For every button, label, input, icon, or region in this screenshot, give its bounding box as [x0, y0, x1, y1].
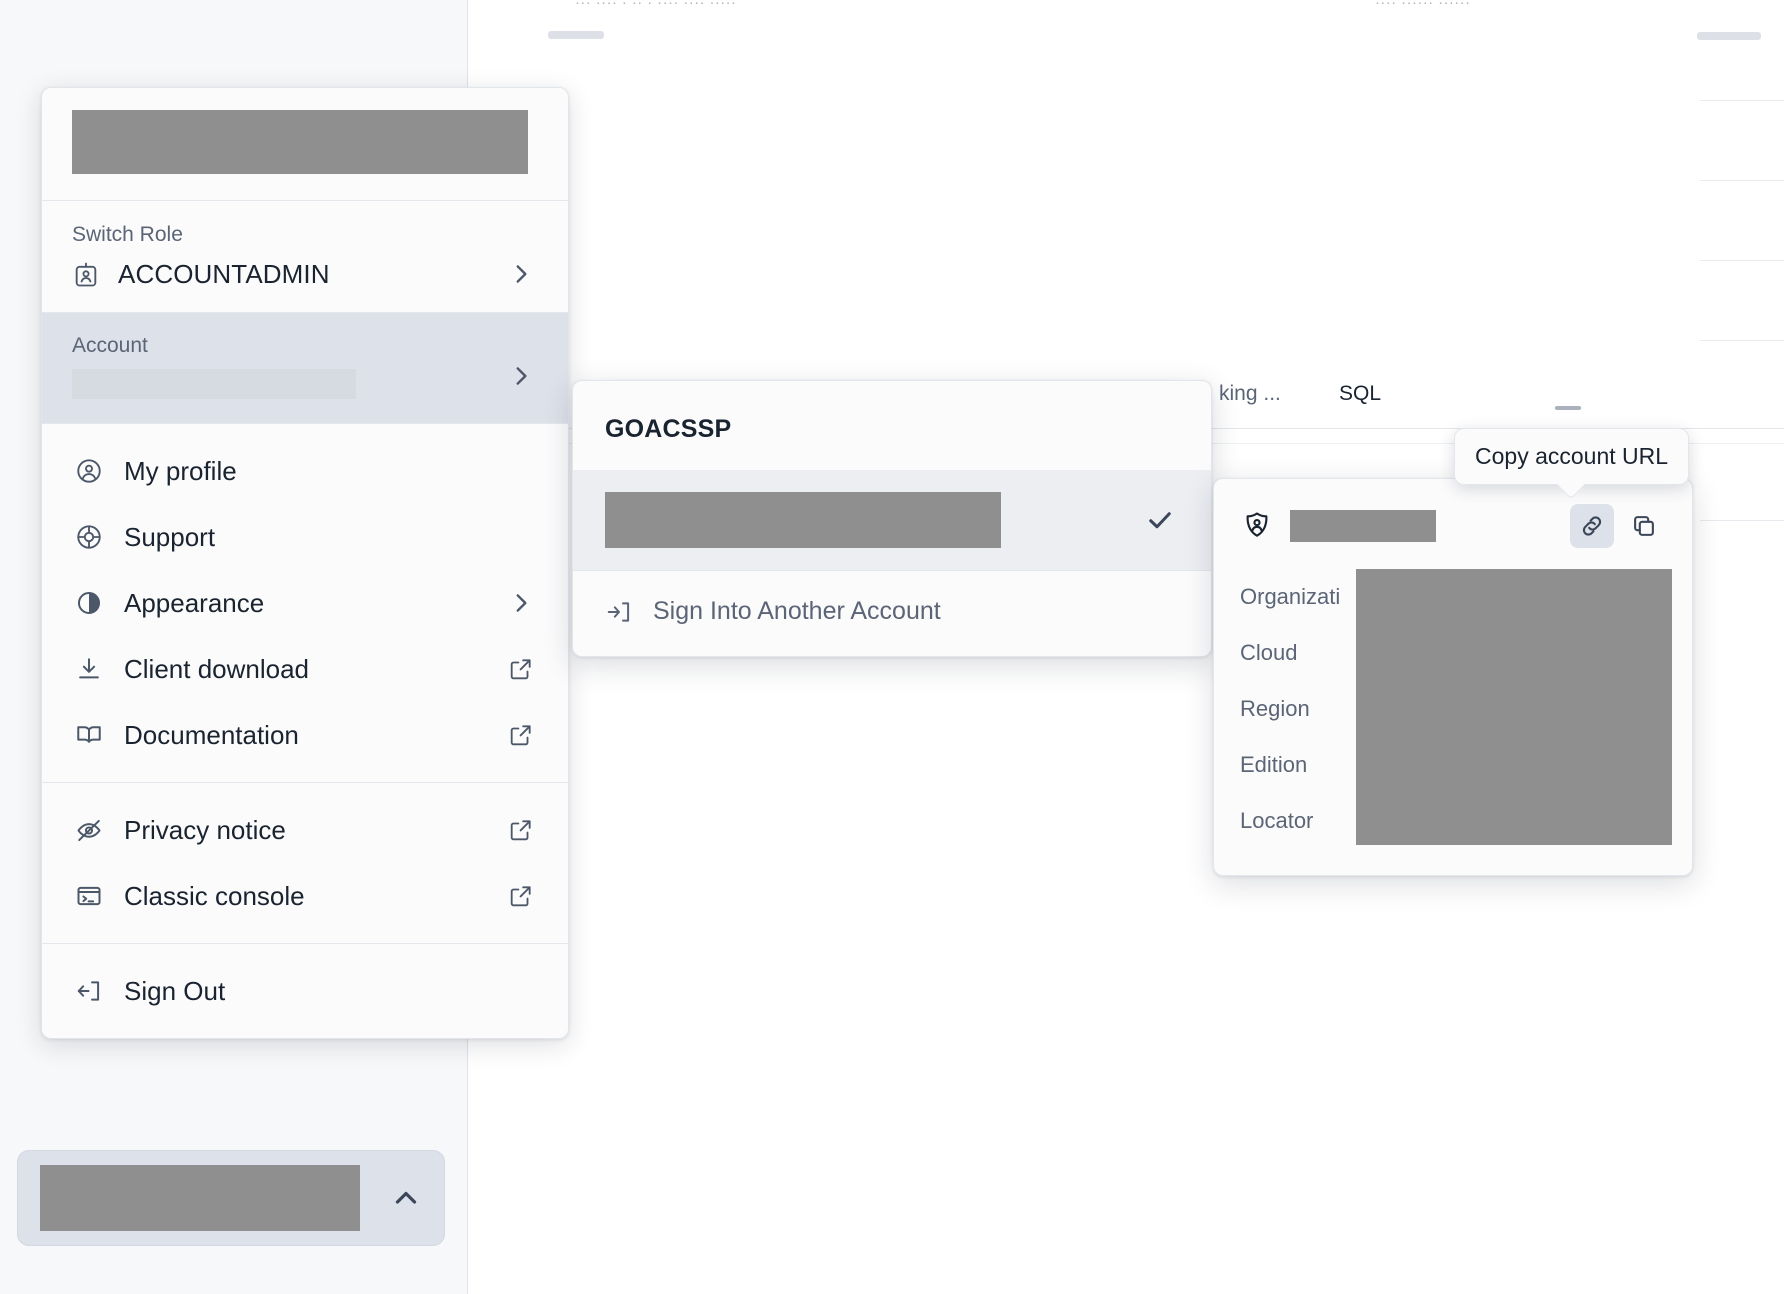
account-details-actions — [1570, 504, 1666, 548]
menu-identity-block — [42, 88, 568, 200]
background-top-text-left: ··· ···· · ·· · ···· ···· ····· — [575, 0, 737, 11]
copy-account-url-button[interactable] — [1570, 504, 1614, 548]
menu-item-label: Privacy notice — [124, 814, 286, 845]
sign-out-icon — [74, 976, 104, 1006]
account-details-key: Locator — [1240, 808, 1314, 833]
account-details-header — [1240, 501, 1666, 551]
switch-role-value: ACCOUNTADMIN — [118, 259, 330, 289]
user-button-redacted-label — [40, 1165, 360, 1231]
account-details-key: Region — [1240, 696, 1310, 721]
sign-in-icon — [605, 598, 633, 626]
background-rule-3 — [1700, 260, 1784, 261]
account-details-grid: Organizati Cloud Region Edition Locator — [1240, 569, 1672, 849]
account-details-popover: Organizati Cloud Region Edition Locator — [1213, 478, 1693, 876]
account-details-key: Organizati — [1240, 584, 1341, 609]
account-redacted-value — [72, 369, 356, 399]
copy-account-url-tooltip: Copy account URL — [1454, 428, 1690, 500]
submenu-account-redacted-value — [605, 492, 1001, 548]
account-label: Account — [72, 334, 148, 357]
menu-item-appearance[interactable]: Appearance — [42, 570, 568, 636]
account-dropdown-menu: Switch Role ACCOUNTADMIN Account My prof… — [41, 87, 569, 1039]
shield-user-icon — [1240, 509, 1274, 543]
account-details-values-redacted — [1356, 569, 1672, 845]
switch-role-label: Switch Role — [72, 223, 183, 246]
menu-item-label: Classic console — [124, 880, 305, 911]
background-rule-1 — [1700, 100, 1784, 101]
external-link-icon[interactable] — [508, 656, 534, 682]
menu-item-client-download[interactable]: Client download — [42, 636, 568, 702]
menu-item-label: Appearance — [124, 587, 265, 618]
background-rule-2 — [1700, 180, 1784, 181]
identity-redacted-value — [72, 110, 528, 174]
check-icon — [1145, 505, 1175, 535]
submenu-title: GOACSSP — [605, 415, 732, 443]
lifebuoy-icon — [74, 522, 104, 552]
screen-root: ··· ···· · ·· · ···· ···· ····· ···· ···… — [0, 0, 1784, 1294]
account-details-key: Cloud — [1240, 640, 1298, 665]
chevron-right-icon[interactable] — [508, 363, 534, 389]
background-skeleton-bar-2 — [1697, 32, 1761, 40]
background-skeleton-bar-1 — [548, 31, 604, 39]
user-account-button[interactable] — [17, 1150, 445, 1246]
external-link-icon[interactable] — [508, 817, 534, 843]
sign-into-another-account-button[interactable]: Sign Into Another Account — [573, 570, 1211, 656]
eye-off-icon — [74, 815, 104, 845]
background-rule-4 — [1700, 340, 1784, 341]
menu-item-classic-console[interactable]: Classic console — [42, 863, 568, 929]
menu-item-sign-out[interactable]: Sign Out — [42, 958, 568, 1024]
submenu-account-option[interactable] — [573, 470, 1211, 570]
menu-item-label: Support — [124, 521, 216, 552]
copy-account-identifier-button[interactable] — [1622, 504, 1666, 548]
menu-items-secondary: Privacy notice Classic console — [42, 783, 568, 943]
account-details-key: Edition — [1240, 752, 1308, 777]
chevron-up-icon[interactable] — [390, 1182, 422, 1214]
menu-item-privacy-notice[interactable]: Privacy notice — [42, 797, 568, 863]
background-top-text-right: ···· ······ ······ — [1375, 0, 1471, 11]
id-badge-icon — [72, 261, 100, 289]
switch-role-section[interactable]: Switch Role ACCOUNTADMIN — [42, 201, 568, 312]
chevron-right-icon[interactable] — [508, 261, 534, 287]
user-circle-icon — [74, 456, 104, 486]
menu-items-signout: Sign Out — [42, 944, 568, 1038]
link-icon — [1578, 512, 1606, 540]
menu-item-label: Sign Out — [124, 975, 226, 1006]
workspace-tab-truncated[interactable]: king ... — [1219, 382, 1281, 406]
chevron-right-icon[interactable] — [508, 590, 534, 616]
workspace-tab-sql[interactable]: SQL — [1339, 382, 1381, 406]
workspace-minimize-icon[interactable] — [1555, 406, 1581, 410]
tooltip-text: Copy account URL — [1475, 443, 1669, 469]
half-circle-icon — [74, 588, 104, 618]
account-section[interactable]: Account — [42, 313, 568, 423]
sign-into-another-account-label: Sign Into Another Account — [653, 597, 941, 625]
menu-item-support[interactable]: Support — [42, 504, 568, 570]
external-link-icon[interactable] — [508, 883, 534, 909]
external-link-icon[interactable] — [508, 722, 534, 748]
account-name-redacted-value — [1290, 510, 1436, 542]
menu-item-label: Client download — [124, 653, 310, 684]
book-open-icon — [74, 720, 104, 750]
menu-item-my-profile[interactable]: My profile — [42, 438, 568, 504]
menu-items-primary: My profile Support Appearance Client dow… — [42, 424, 568, 782]
menu-item-documentation[interactable]: Documentation — [42, 702, 568, 768]
menu-item-label: My profile — [124, 455, 237, 486]
copy-icon — [1630, 512, 1658, 540]
workspace-rule-right — [1700, 520, 1784, 521]
account-submenu-panel: GOACSSP Sign Into Another Account — [572, 380, 1212, 657]
menu-item-label: Documentation — [124, 719, 299, 750]
download-icon — [74, 654, 104, 684]
terminal-icon — [74, 881, 104, 911]
